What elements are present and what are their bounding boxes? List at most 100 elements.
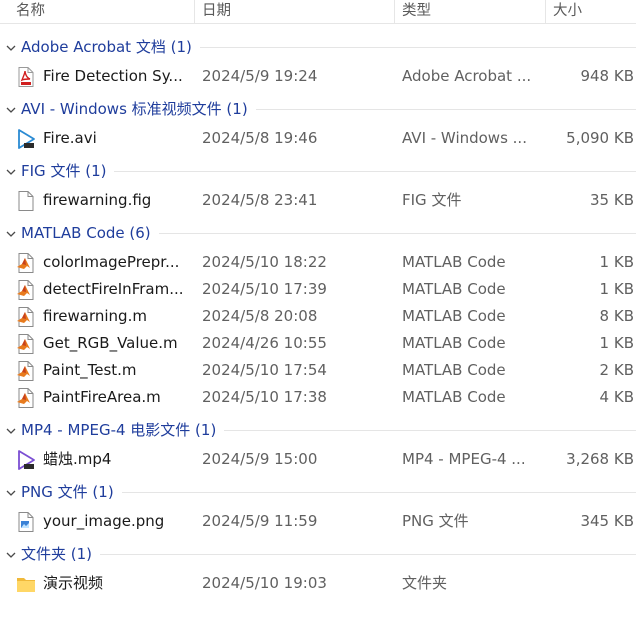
file-name: 演示视频: [43, 574, 104, 592]
file-row[interactable]: Fire.avi 2024/5/8 19:46 AVI - Windows ... 5…: [0, 125, 636, 152]
file-date: 2024/5/10 17:54: [202, 361, 327, 379]
matlab-file-icon: [15, 252, 37, 274]
file-size: 1 KB: [599, 280, 634, 298]
group-header[interactable]: MP4 - MPEG-4 电影文件 (1): [0, 418, 636, 442]
file-size: 1 KB: [599, 253, 634, 271]
file-name: Fire Detection Sy...: [43, 67, 183, 85]
file-row[interactable]: detectFireInFram... 2024/5/10 17:39 MATLAB…: [0, 276, 636, 303]
file-date: 2024/5/8 19:46: [202, 129, 318, 147]
chevron-down-icon[interactable]: [5, 485, 17, 497]
file-name: Fire.avi: [43, 129, 97, 147]
file-row[interactable]: PaintFireArea.m 2024/5/10 17:38 MATLAB Cod…: [0, 384, 636, 411]
group-title: PNG 文件 (1): [21, 483, 114, 501]
group-header[interactable]: PNG 文件 (1): [0, 480, 636, 504]
file-type: MATLAB Code: [402, 253, 506, 271]
column-divider[interactable]: [394, 0, 395, 24]
file-row[interactable]: Get_RGB_Value.m 2024/4/26 10:55 MATLAB Cod…: [0, 330, 636, 357]
file-name: detectFireInFram...: [43, 280, 184, 298]
file-date: 2024/5/10 18:22: [202, 253, 327, 271]
file-name: firewarning.fig: [43, 191, 152, 209]
file-type: MATLAB Code: [402, 361, 506, 379]
file-name: 蜡烛.mp4: [43, 450, 112, 468]
file-type: AVI - Windows ...: [402, 129, 527, 147]
file-type: MATLAB Code: [402, 280, 506, 298]
chevron-down-icon[interactable]: [5, 423, 17, 435]
file-type: 文件夹: [402, 574, 448, 592]
file-date: 2024/5/10 19:03: [202, 574, 327, 592]
group-header[interactable]: 文件夹 (1): [0, 542, 636, 566]
file-date: 2024/5/9 15:00: [202, 450, 318, 468]
group-title: 文件夹 (1): [21, 545, 93, 563]
file-type: FIG 文件: [402, 191, 462, 209]
group-header[interactable]: AVI - Windows 标准视频文件 (1): [0, 97, 636, 121]
file-name: firewarning.m: [43, 307, 147, 325]
group-divider: [224, 430, 636, 431]
file-type: MATLAB Code: [402, 307, 506, 325]
group-title: MP4 - MPEG-4 电影文件 (1): [21, 421, 217, 439]
file-name: Get_RGB_Value.m: [43, 334, 178, 352]
file-size: 35 KB: [590, 191, 634, 209]
column-header-size[interactable]: 大小: [553, 0, 582, 24]
group-divider: [200, 47, 636, 48]
column-header-date[interactable]: 日期: [202, 0, 231, 24]
file-type: PNG 文件: [402, 512, 469, 530]
file-row[interactable]: colorImagePrepr... 2024/5/10 18:22 MATLAB …: [0, 249, 636, 276]
chevron-down-icon[interactable]: [5, 164, 17, 176]
matlab-file-icon: [15, 333, 37, 355]
file-name: PaintFireArea.m: [43, 388, 161, 406]
file-date: 2024/5/8 20:08: [202, 307, 318, 325]
blank-file-icon: [15, 190, 37, 212]
group-title: MATLAB Code (6): [21, 224, 151, 242]
file-size: 2 KB: [599, 361, 634, 379]
file-date: 2024/4/26 10:55: [202, 334, 327, 352]
file-size: 345 KB: [580, 512, 634, 530]
video-icon: [15, 128, 37, 150]
file-row[interactable]: 蜡烛.mp4 2024/5/9 15:00 MP4 - MPEG-4 ... 3,26…: [0, 446, 636, 473]
matlab-file-icon: [15, 306, 37, 328]
folder-icon: [15, 573, 37, 595]
file-row[interactable]: your_image.png 2024/5/9 11:59 PNG 文件 345 KB: [0, 508, 636, 535]
file-date: 2024/5/10 17:38: [202, 388, 327, 406]
file-size: 3,268 KB: [566, 450, 634, 468]
pdf-icon: [15, 66, 37, 88]
group-header[interactable]: FIG 文件 (1): [0, 159, 636, 183]
file-type: MP4 - MPEG-4 ...: [402, 450, 526, 468]
matlab-file-icon: [15, 360, 37, 382]
chevron-down-icon[interactable]: [5, 547, 17, 559]
file-size: 8 KB: [599, 307, 634, 325]
group-header[interactable]: MATLAB Code (6): [0, 221, 636, 245]
chevron-down-icon[interactable]: [5, 40, 17, 52]
file-name: colorImagePrepr...: [43, 253, 180, 271]
file-type: MATLAB Code: [402, 388, 506, 406]
file-size: 4 KB: [599, 388, 634, 406]
group-divider: [159, 233, 636, 234]
column-divider[interactable]: [545, 0, 546, 24]
column-divider[interactable]: [194, 0, 195, 24]
file-date: 2024/5/9 11:59: [202, 512, 318, 530]
chevron-down-icon[interactable]: [5, 226, 17, 238]
group-divider: [114, 171, 636, 172]
column-header-type[interactable]: 类型: [402, 0, 431, 24]
group-title: FIG 文件 (1): [21, 162, 107, 180]
file-name: Paint_Test.m: [43, 361, 137, 379]
file-date: 2024/5/8 23:41: [202, 191, 318, 209]
file-size: 948 KB: [580, 67, 634, 85]
file-type: MATLAB Code: [402, 334, 506, 352]
file-date: 2024/5/10 17:39: [202, 280, 327, 298]
group-header[interactable]: Adobe Acrobat 文档 (1): [0, 35, 636, 59]
file-type: Adobe Acrobat ...: [402, 67, 532, 85]
file-row[interactable]: firewarning.m 2024/5/8 20:08 MATLAB Code 8 …: [0, 303, 636, 330]
group-divider: [256, 109, 636, 110]
matlab-file-icon: [15, 279, 37, 301]
file-row[interactable]: firewarning.fig 2024/5/8 23:41 FIG 文件 35 KB: [0, 187, 636, 214]
group-title: Adobe Acrobat 文档 (1): [21, 38, 192, 56]
column-header-name[interactable]: 名称: [16, 0, 45, 24]
matlab-file-icon: [15, 387, 37, 409]
file-row[interactable]: Fire Detection Sy... 2024/5/9 19:24 Adobe …: [0, 63, 636, 90]
file-name: your_image.png: [43, 512, 165, 530]
file-size: 5,090 KB: [566, 129, 634, 147]
file-row[interactable]: 演示视频 2024/5/10 19:03 文件夹: [0, 570, 636, 597]
chevron-down-icon[interactable]: [5, 102, 17, 114]
group-divider: [122, 492, 636, 493]
file-row[interactable]: Paint_Test.m 2024/5/10 17:54 MATLAB Code 2 …: [0, 357, 636, 384]
